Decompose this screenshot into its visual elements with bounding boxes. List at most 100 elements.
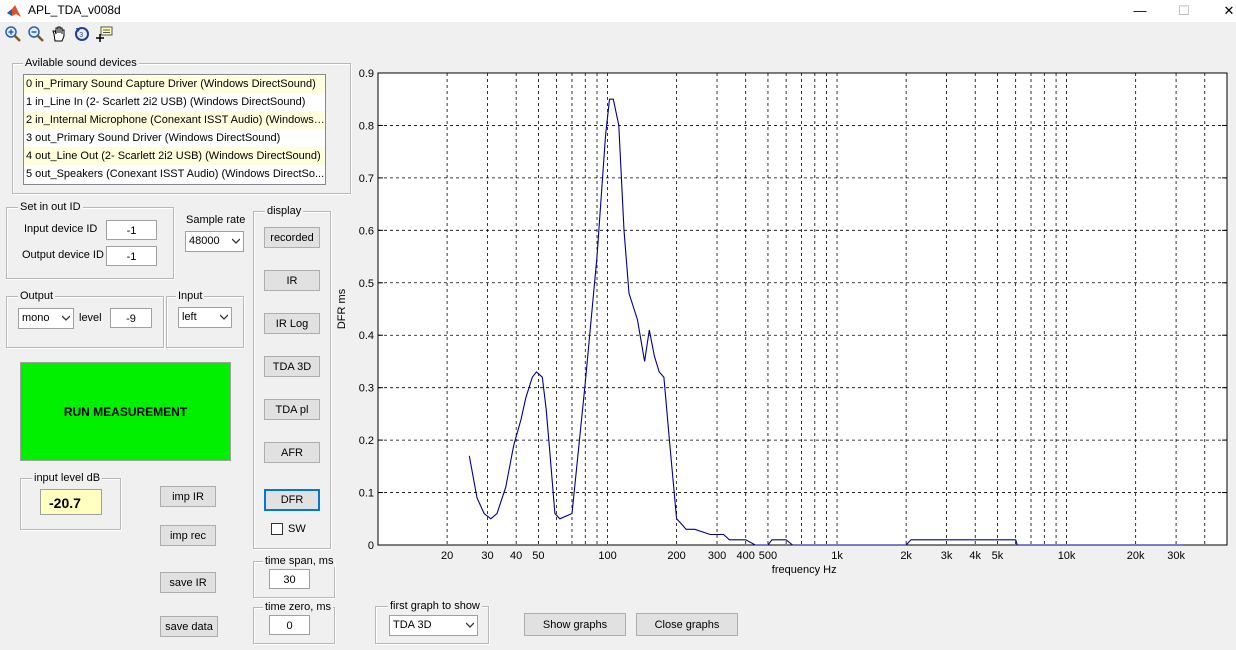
first-graph-value: TDA 3D: [393, 619, 432, 631]
y-tick-label: 0: [368, 540, 374, 552]
chevron-down-icon: [232, 238, 240, 244]
y-tick-label: 0.8: [359, 120, 374, 132]
title-bar: [0, 0, 1236, 22]
output-legend: Output: [18, 290, 56, 302]
x-tick-label: 300: [708, 550, 726, 562]
toolbar: [0, 22, 1236, 46]
tda-pl-button[interactable]: TDA pl: [264, 399, 320, 420]
y-tick-label: 0.7: [359, 173, 374, 185]
x-tick-label: 1k: [831, 550, 843, 562]
y-axis-label: DFR ms: [336, 288, 348, 329]
x-tick-label: 200: [667, 550, 685, 562]
output-device-label: Output device ID: [22, 249, 104, 261]
ir-log-button[interactable]: IR Log: [264, 313, 320, 334]
devices-legend: Avilable sound devices: [23, 57, 139, 69]
list-item[interactable]: 2 in_Internal Microphone (Conexant ISST …: [24, 111, 325, 129]
x-axis-label: frequency Hz: [772, 564, 837, 576]
y-tick-label: 0.3: [359, 383, 374, 395]
sample-rate-select[interactable]: 48000: [185, 231, 244, 252]
y-tick-label: 0.1: [359, 488, 374, 500]
display-legend: display: [265, 205, 304, 217]
y-tick-label: 0.6: [359, 225, 374, 237]
input-level-legend: input level dB: [32, 472, 103, 484]
x-tick-label: 100: [598, 550, 616, 562]
sw-checkbox[interactable]: [271, 523, 283, 535]
level-field[interactable]: -9: [110, 308, 152, 328]
devices-listbox[interactable]: 0 in_Primary Sound Capture Driver (Windo…: [23, 74, 326, 185]
input-legend: Input: [176, 290, 205, 302]
input-channel-select[interactable]: left: [178, 307, 232, 328]
level-label: level: [79, 312, 102, 324]
time-span-legend: time span, ms: [263, 555, 336, 567]
output-device-field[interactable]: -1: [106, 246, 157, 266]
x-tick-label: 40: [510, 550, 522, 562]
list-item[interactable]: 1 in_Line In (2- Scarlett 2i2 USB) (Wind…: [24, 93, 325, 111]
first-graph-legend: first graph to show: [388, 600, 482, 612]
minimize-button[interactable]: —: [1117, 1, 1163, 21]
chevron-down-icon: [62, 315, 70, 321]
sample-rate-value: 48000: [189, 235, 220, 247]
output-channel-value: mono: [22, 312, 50, 324]
recorded-button[interactable]: recorded: [264, 227, 320, 248]
chevron-down-icon: [466, 622, 474, 628]
ids-legend: Set in out ID: [18, 201, 83, 213]
dfr-button[interactable]: DFR: [264, 489, 320, 511]
window-title: APL_TDA_v008d: [28, 3, 121, 17]
data-cursor-icon[interactable]: [96, 25, 114, 43]
sample-rate-label: Sample rate: [186, 214, 246, 226]
svg-text:3: 3: [79, 32, 83, 39]
input-level-display: -20.7: [40, 489, 102, 515]
time-zero-field[interactable]: 0: [269, 615, 310, 635]
input-device-label: Input device ID: [24, 223, 98, 235]
x-tick-label: 3k: [941, 550, 953, 562]
run-measurement-button[interactable]: RUN MEASUREMENT: [20, 362, 231, 461]
x-tick-label: 50: [532, 550, 544, 562]
list-item[interactable]: 0 in_Primary Sound Capture Driver (Windo…: [24, 75, 325, 93]
ids-panel: [6, 207, 174, 279]
zoom-out-icon[interactable]: [27, 25, 45, 43]
chart-grid: [378, 73, 1227, 545]
list-item[interactable]: 5 out_Speakers (Conexant ISST Audio) (Wi…: [24, 165, 325, 183]
first-graph-select[interactable]: TDA 3D: [389, 615, 478, 636]
list-item[interactable]: 4 out_Line Out (2- Scarlett 2i2 USB) (Wi…: [24, 147, 325, 165]
x-tick-label: 4k: [969, 550, 981, 562]
imp-rec-button[interactable]: imp rec: [160, 525, 216, 546]
save-ir-button[interactable]: save IR: [160, 572, 216, 593]
y-tick-label: 0.4: [359, 330, 374, 342]
time-span-field[interactable]: 30: [269, 569, 310, 589]
x-tick-label: 5k: [992, 550, 1004, 562]
x-tick-label: 10k: [1058, 550, 1076, 562]
x-tick-label: 400: [737, 550, 755, 562]
chevron-down-icon: [220, 314, 228, 320]
output-channel-select[interactable]: mono: [18, 308, 74, 329]
save-data-button[interactable]: save data: [160, 616, 218, 637]
imp-ir-button[interactable]: imp IR: [160, 486, 216, 507]
y-tick-label: 0.2: [359, 435, 374, 447]
matlab-icon: [7, 5, 21, 17]
ir-button[interactable]: IR: [264, 270, 320, 291]
close-graphs-button[interactable]: Close graphs: [636, 613, 738, 636]
afr-button[interactable]: AFR: [264, 442, 320, 463]
x-tick-label: 2k: [900, 550, 912, 562]
dfr-chart: 0 0.1 0.2 0.3 0.4 0.5 0.6 0.7 0.8 0.9 20 30 40 50 100 2…: [336, 68, 1228, 576]
rotate-icon[interactable]: 3: [73, 25, 91, 43]
time-zero-legend: time zero, ms: [263, 601, 334, 613]
sw-label: SW: [288, 523, 306, 535]
list-item[interactable]: 3 out_Primary Sound Driver (Windows Dire…: [24, 129, 325, 147]
x-tick-label: 20k: [1127, 550, 1145, 562]
pan-icon[interactable]: [50, 25, 68, 43]
input-device-field[interactable]: -1: [106, 220, 157, 240]
zoom-in-icon[interactable]: [4, 25, 22, 43]
input-channel-value: left: [182, 311, 197, 323]
x-tick-label: 30k: [1167, 550, 1185, 562]
tda-3d-button[interactable]: TDA 3D: [264, 356, 320, 377]
x-tick-label: 30: [481, 550, 493, 562]
plot-area: [378, 73, 1227, 545]
y-tick-label: 0.5: [359, 278, 374, 290]
close-button[interactable]: ✕: [1206, 1, 1236, 21]
y-tick-label: 0.9: [359, 68, 374, 80]
x-tick-label: 20: [441, 550, 453, 562]
x-tick-label: 500: [759, 550, 777, 562]
maximize-button[interactable]: ☐: [1161, 1, 1207, 21]
show-graphs-button[interactable]: Show graphs: [524, 613, 626, 636]
